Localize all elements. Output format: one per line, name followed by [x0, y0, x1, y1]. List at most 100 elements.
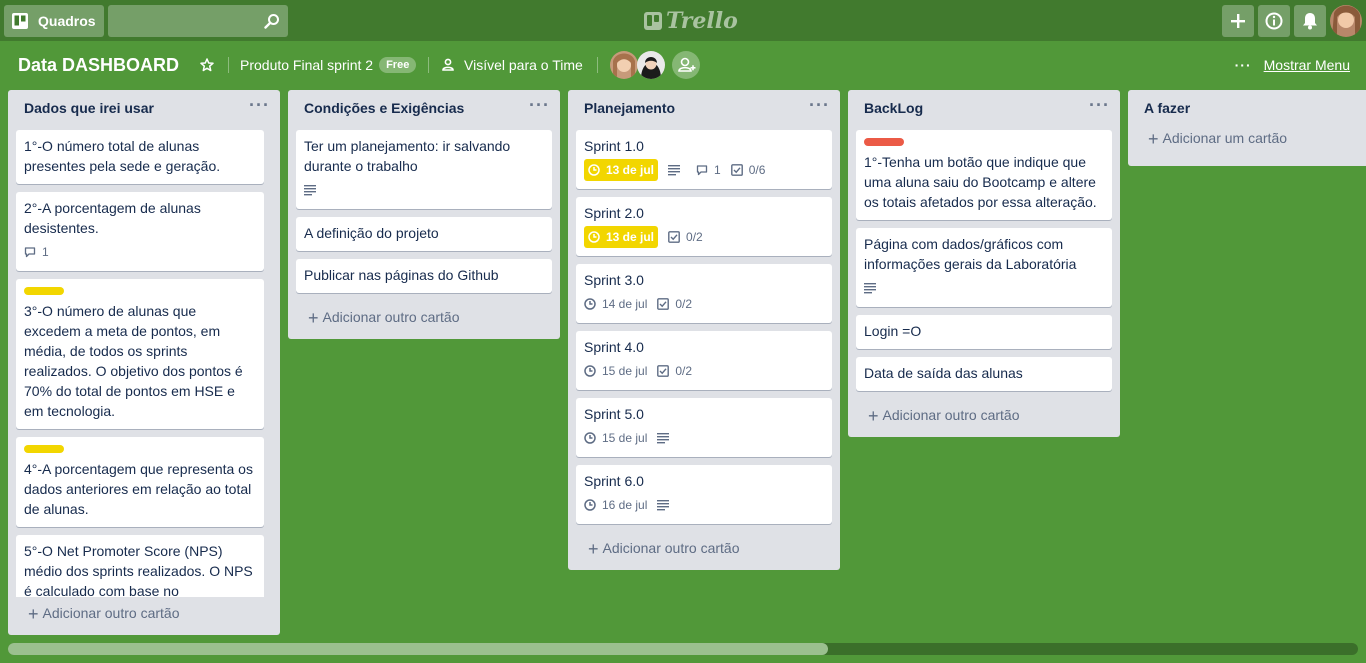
card[interactable]: 5°-O Net Promoter Score (NPS) médio dos … — [16, 535, 264, 597]
trello-logo[interactable]: Trello — [644, 8, 738, 34]
list-a-fazer: A fazer + Adicionar um cartão — [1128, 90, 1366, 166]
add-card-label: Adicionar outro cartão — [42, 605, 180, 621]
card-label-yellow[interactable] — [24, 445, 64, 453]
board-title[interactable]: Data DASHBOARD — [18, 53, 179, 77]
card[interactable]: Publicar nas páginas do Github — [296, 259, 552, 293]
add-card-button[interactable]: + Adicionar um cartão — [1128, 130, 1366, 166]
list-title[interactable]: Dados que irei usar ··· — [8, 90, 280, 130]
card-badges: 13 de jul 0/2 — [584, 226, 824, 248]
card[interactable]: Sprint 2.0 13 de jul 0/2 — [576, 197, 832, 256]
list-title[interactable]: Planejamento ··· — [568, 90, 840, 130]
list-title[interactable]: BackLog ··· — [848, 90, 1120, 130]
user-avatar[interactable] — [1330, 5, 1362, 37]
card[interactable]: 1°-Tenha um botão que indique que uma al… — [856, 130, 1112, 220]
checklist-icon — [668, 231, 680, 243]
info-button[interactable] — [1258, 5, 1290, 37]
card[interactable]: Sprint 1.0 13 de jul 1 0/6 — [576, 130, 832, 189]
card[interactable]: 4°-A porcentagem que representa os dados… — [16, 437, 264, 527]
description-icon — [668, 165, 681, 176]
card[interactable]: Sprint 4.0 15 de jul 0/2 — [576, 331, 832, 390]
plus-icon: + — [868, 406, 879, 426]
due-date-badge[interactable]: 14 de jul — [584, 294, 647, 314]
due-date-badge[interactable]: 13 de jul — [584, 159, 659, 181]
checklist-badge: 0/6 — [730, 160, 765, 180]
checklist-icon — [657, 298, 670, 310]
card[interactable]: Sprint 5.0 15 de jul — [576, 398, 832, 457]
add-card-button[interactable]: + Adicionar outro cartão — [288, 301, 560, 339]
add-card-button[interactable]: + Adicionar outro cartão — [8, 597, 280, 635]
clock-icon — [588, 164, 600, 176]
star-icon[interactable] — [200, 58, 214, 72]
plus-icon: + — [588, 539, 599, 559]
checklist-icon — [657, 365, 670, 377]
card[interactable]: A definição do projeto — [296, 217, 552, 251]
card[interactable]: Login =O — [856, 315, 1112, 349]
clock-icon — [588, 231, 600, 243]
team-icon — [442, 58, 454, 71]
card-container[interactable]: 1°-Tenha um botão que indique que uma al… — [848, 130, 1120, 391]
card-title: 1°-Tenha um botão que indique que uma al… — [864, 154, 1097, 210]
search-icon[interactable] — [264, 13, 280, 29]
show-menu-button[interactable]: ··· Mostrar Menu — [1235, 53, 1350, 77]
create-button[interactable] — [1222, 5, 1254, 37]
card-container[interactable]: 1°-O número total de alunas presentes pe… — [8, 130, 280, 597]
card-title: Sprint 6.0 — [584, 473, 644, 489]
comment-icon — [24, 247, 36, 258]
card[interactable]: 3°-O número de alunas que excedem a meta… — [16, 279, 264, 429]
list-menu-icon[interactable]: ··· — [249, 96, 270, 114]
team-button[interactable]: Produto Final sprint 2 Free — [240, 53, 417, 77]
search-input[interactable] — [108, 5, 288, 37]
card-container[interactable]: Sprint 1.0 13 de jul 1 0/6 Sprint 2.0 13… — [568, 130, 840, 524]
list-title[interactable]: Condições e Exigências ··· — [288, 90, 560, 130]
due-date-badge[interactable]: 15 de jul — [584, 428, 647, 448]
comments-badge: 1 — [24, 242, 49, 262]
card[interactable]: Ter um planejamento: ir salvando durante… — [296, 130, 552, 209]
card[interactable]: Data de saída das alunas — [856, 357, 1112, 391]
card[interactable]: 1°-O número total de alunas presentes pe… — [16, 130, 264, 184]
card[interactable]: Sprint 3.0 14 de jul 0/2 — [576, 264, 832, 323]
clock-icon — [584, 432, 596, 444]
due-date-badge[interactable]: 13 de jul — [584, 226, 659, 248]
add-card-button[interactable]: + Adicionar outro cartão — [568, 532, 840, 570]
description-badge — [668, 164, 686, 176]
list-menu-icon[interactable]: ··· — [529, 96, 550, 114]
invite-button[interactable] — [672, 51, 700, 79]
header-divider — [597, 57, 598, 73]
member-avatar-image — [610, 51, 638, 79]
card[interactable]: Página com dados/gráficos com informaçõe… — [856, 228, 1112, 307]
card[interactable]: Sprint 6.0 16 de jul — [576, 465, 832, 524]
list-backlog: BackLog ··· 1°-Tenha um botão que indiqu… — [848, 90, 1120, 437]
due-date-text: 13 de jul — [606, 230, 655, 244]
boards-button[interactable]: Quadros — [4, 5, 104, 37]
visibility-label: Visível para o Time — [464, 57, 583, 73]
list-menu-icon[interactable]: ··· — [1089, 96, 1110, 114]
board-scrollbar[interactable] — [8, 643, 1358, 655]
card-title: Publicar nas páginas do Github — [304, 267, 499, 283]
add-card-label: Adicionar outro cartão — [322, 309, 460, 325]
card[interactable]: 2°-A porcentagem de alunas desistentes. … — [16, 192, 264, 271]
card-label-red[interactable] — [864, 138, 904, 146]
description-icon — [657, 433, 670, 444]
member-avatar[interactable] — [637, 51, 665, 79]
checklist-icon — [730, 164, 743, 176]
due-date-badge[interactable]: 16 de jul — [584, 495, 647, 515]
list-menu-icon[interactable]: ··· — [809, 96, 830, 114]
add-card-button[interactable]: + Adicionar outro cartão — [848, 399, 1120, 437]
comments-badge: 1 — [696, 160, 721, 180]
member-avatar[interactable] — [610, 51, 638, 79]
notifications-button[interactable] — [1294, 5, 1326, 37]
visibility-button[interactable]: Visível para o Time — [441, 53, 583, 77]
description-badge — [864, 282, 882, 294]
board-scrollbar-thumb[interactable] — [8, 643, 828, 655]
card-container[interactable]: Ter um planejamento: ir salvando durante… — [288, 130, 560, 293]
add-card-label: Adicionar outro cartão — [882, 407, 1020, 423]
due-date-text: 15 de jul — [602, 364, 648, 378]
search-box[interactable] — [108, 5, 288, 37]
card-badges: 1 — [24, 241, 256, 263]
due-date-badge[interactable]: 15 de jul — [584, 361, 647, 381]
card-label-yellow[interactable] — [24, 287, 64, 295]
list-title[interactable]: A fazer — [1128, 90, 1366, 130]
card-title: 5°-O Net Promoter Score (NPS) médio dos … — [24, 543, 253, 597]
checklist-badge: 0/2 — [668, 227, 703, 247]
description-badge — [657, 499, 675, 511]
